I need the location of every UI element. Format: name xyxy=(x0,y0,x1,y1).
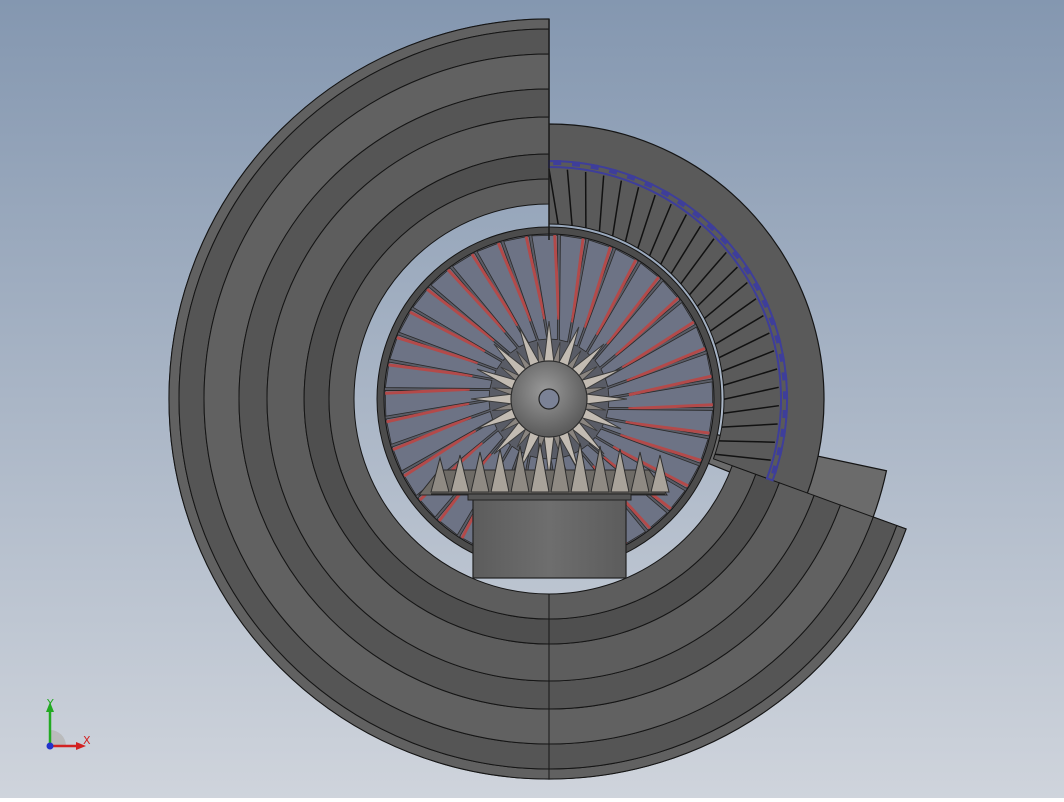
bearing-block-top xyxy=(468,494,631,500)
bearing-block xyxy=(473,498,626,578)
coordinate-triad: Y X xyxy=(38,696,108,760)
x-axis-label: X xyxy=(83,735,91,746)
3d-viewport[interactable]: Y X xyxy=(0,0,1064,798)
y-axis-label: Y xyxy=(47,698,54,709)
model-view[interactable] xyxy=(0,0,1064,798)
shaft-bore xyxy=(539,389,559,409)
